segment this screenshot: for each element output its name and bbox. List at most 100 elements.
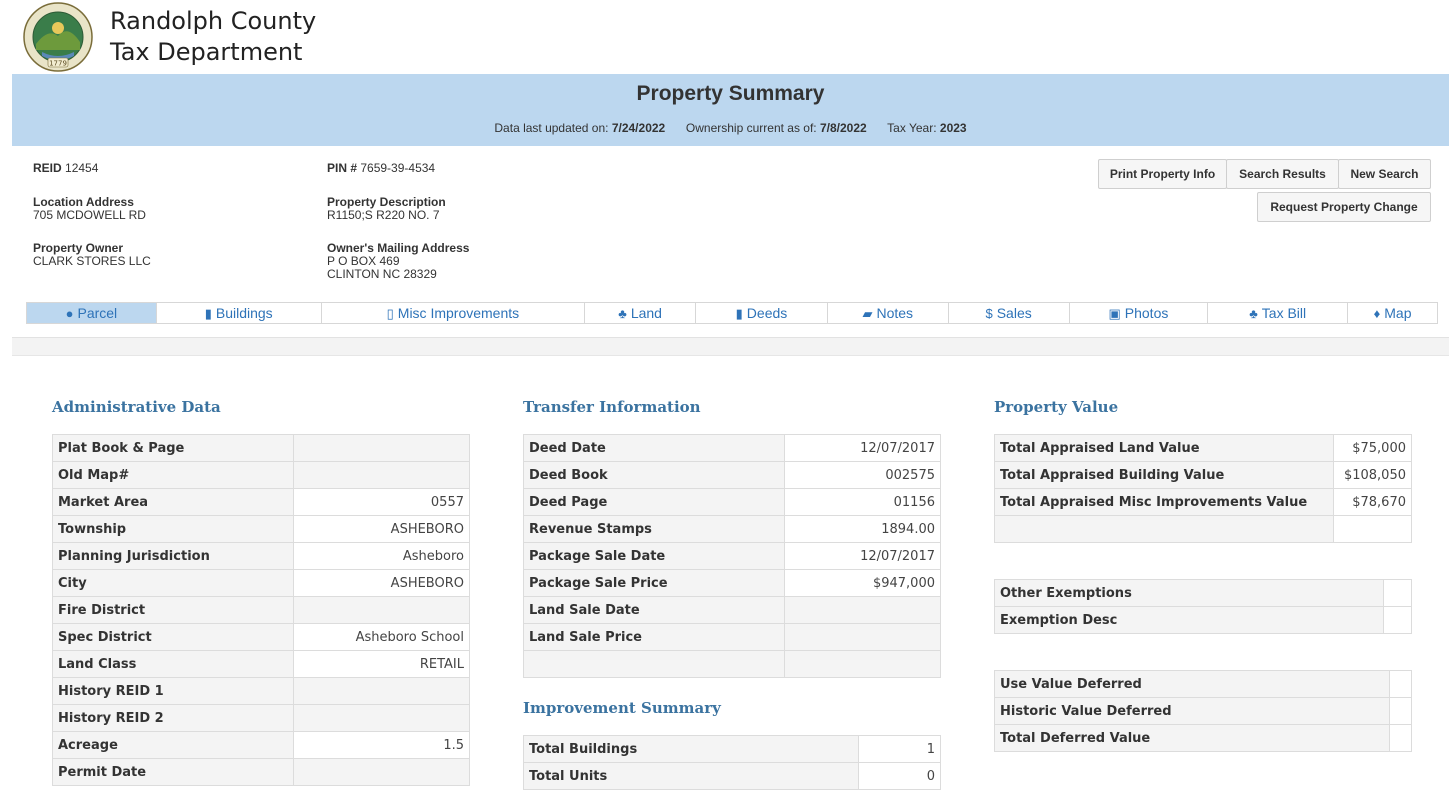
- table-row: [993, 515, 1412, 543]
- table-row: Plat Book & Page: [51, 434, 470, 462]
- row-value: [1383, 579, 1412, 607]
- row-value: 1894.00: [784, 515, 941, 543]
- taxyear-value: 2023: [939, 121, 967, 135]
- tab-deeds[interactable]: ▮ Deeds: [696, 303, 828, 323]
- mailing-line-2: CLINTON NC 28329: [327, 267, 437, 281]
- value-table: Total Appraised Land Value $75,000 Total A…: [993, 434, 1412, 543]
- table-row: City ASHEBORO: [51, 569, 470, 597]
- row-value: [293, 758, 470, 786]
- row-value: [293, 434, 470, 462]
- tab-photos[interactable]: ▣ Photos: [1070, 303, 1209, 323]
- row-value: ASHEBORO: [293, 569, 470, 597]
- globe-icon: ●: [65, 306, 74, 321]
- building-outline-icon: ▯: [386, 306, 394, 321]
- row-value: Asheboro: [293, 542, 470, 570]
- row-label: Deed Book: [522, 461, 786, 489]
- dollar-icon: $: [985, 306, 993, 321]
- row-label: [993, 515, 1335, 543]
- row-label: Fire District: [51, 596, 295, 624]
- row-value: 1: [858, 735, 941, 763]
- row-label: Planning Jurisdiction: [51, 542, 295, 570]
- row-label: Old Map#: [51, 461, 295, 489]
- row-value: 1.5: [293, 731, 470, 759]
- pin-value: 7659-39-4534: [360, 161, 436, 175]
- table-row: Fire District: [51, 596, 470, 624]
- improvement-table: Total Buildings 1 Total Units 0: [522, 735, 941, 790]
- row-label: Deed Date: [522, 434, 786, 462]
- row-value: ASHEBORO: [293, 515, 470, 543]
- tab-buildings[interactable]: ▮ Buildings: [157, 303, 322, 323]
- tab-map[interactable]: ♦ Map: [1348, 303, 1437, 323]
- row-value: $78,670: [1333, 488, 1412, 516]
- row-label: [522, 650, 786, 678]
- row-label: Historic Value Deferred: [993, 697, 1391, 725]
- location-value: 705 MCDOWELL RD: [33, 208, 146, 222]
- tab-notes[interactable]: ▰ Notes: [828, 303, 949, 323]
- tab-parcel[interactable]: ● Parcel: [27, 303, 157, 323]
- table-row: History REID 1: [51, 677, 470, 705]
- tab-label: Buildings: [215, 305, 273, 321]
- row-value: [293, 461, 470, 489]
- row-label: Land Class: [51, 650, 295, 678]
- tab-label: Land: [630, 305, 662, 321]
- tab-land[interactable]: ♣ Land: [585, 303, 697, 323]
- row-label: History REID 2: [51, 704, 295, 732]
- table-row: Total Appraised Land Value $75,000: [993, 434, 1412, 462]
- row-label: City: [51, 569, 295, 597]
- owner-value: CLARK STORES LLC: [33, 254, 151, 268]
- row-value: $108,050: [1333, 461, 1412, 489]
- seal-year: 1779: [49, 60, 67, 68]
- new-search-button[interactable]: New Search: [1338, 159, 1431, 189]
- row-label: Exemption Desc: [993, 606, 1385, 634]
- exemptions-table: Other Exemptions Exemption Desc: [993, 579, 1412, 634]
- tab-label: Parcel: [77, 305, 118, 321]
- row-label: Use Value Deferred: [993, 670, 1391, 698]
- location-field: Location Address 705 MCDOWELL RD: [33, 196, 146, 222]
- ownership-value: 7/8/2022: [819, 121, 867, 135]
- table-row: History REID 2: [51, 704, 470, 732]
- row-value: [784, 650, 941, 678]
- row-label: History REID 1: [51, 677, 295, 705]
- row-value: [784, 596, 941, 624]
- table-row: Use Value Deferred: [993, 670, 1412, 698]
- building-icon: ▮: [204, 306, 212, 321]
- tab-label: Misc Improvements: [397, 305, 520, 321]
- table-row: Land Class RETAIL: [51, 650, 470, 678]
- row-label: Market Area: [51, 488, 295, 516]
- row-label: Total Appraised Building Value: [993, 461, 1335, 489]
- row-value: [1389, 670, 1412, 698]
- updated-label: Data last updated on:: [494, 121, 609, 135]
- tab-tax-bill[interactable]: ♣ Tax Bill: [1208, 303, 1349, 323]
- row-label: Revenue Stamps: [522, 515, 786, 543]
- table-row: Spec District Asheboro School: [51, 623, 470, 651]
- tab-label: Tax Bill: [1261, 305, 1307, 321]
- search-results-button[interactable]: Search Results: [1226, 159, 1339, 189]
- row-label: Total Appraised Misc Improvements Value: [993, 488, 1335, 516]
- file-icon: ▮: [735, 306, 743, 321]
- row-value: [1383, 606, 1412, 634]
- pin-field: PIN # 7659-39-4534: [327, 162, 435, 175]
- tab-misc-improvements[interactable]: ▯ Misc Improvements: [322, 303, 586, 323]
- row-label: Spec District: [51, 623, 295, 651]
- summary-banner: Property Summary Data last updated on: 7…: [12, 74, 1449, 146]
- row-value: 002575: [784, 461, 941, 489]
- table-row: Total Deferred Value: [993, 724, 1412, 752]
- transfer-section-title: Transfer Information: [523, 398, 701, 416]
- row-value: [293, 677, 470, 705]
- table-row: Total Buildings 1: [522, 735, 941, 763]
- table-row: Package Sale Date 12/07/2017: [522, 542, 941, 570]
- print-property-button[interactable]: Print Property Info: [1098, 159, 1227, 189]
- row-label: Permit Date: [51, 758, 295, 786]
- request-property-change-button[interactable]: Request Property Change: [1257, 192, 1431, 222]
- row-label: Total Buildings: [522, 735, 860, 763]
- tab-sales[interactable]: $ Sales: [949, 303, 1070, 323]
- owner-field: Property Owner CLARK STORES LLC: [33, 242, 151, 268]
- row-label: Total Deferred Value: [993, 724, 1391, 752]
- row-value: RETAIL: [293, 650, 470, 678]
- table-row: Planning Jurisdiction Asheboro: [51, 542, 470, 570]
- map-marker-icon: ♦: [1373, 306, 1381, 321]
- updated-value: 7/24/2022: [611, 121, 666, 135]
- row-value: $947,000: [784, 569, 941, 597]
- picture-icon: ▣: [1108, 306, 1121, 321]
- row-value: [1389, 697, 1412, 725]
